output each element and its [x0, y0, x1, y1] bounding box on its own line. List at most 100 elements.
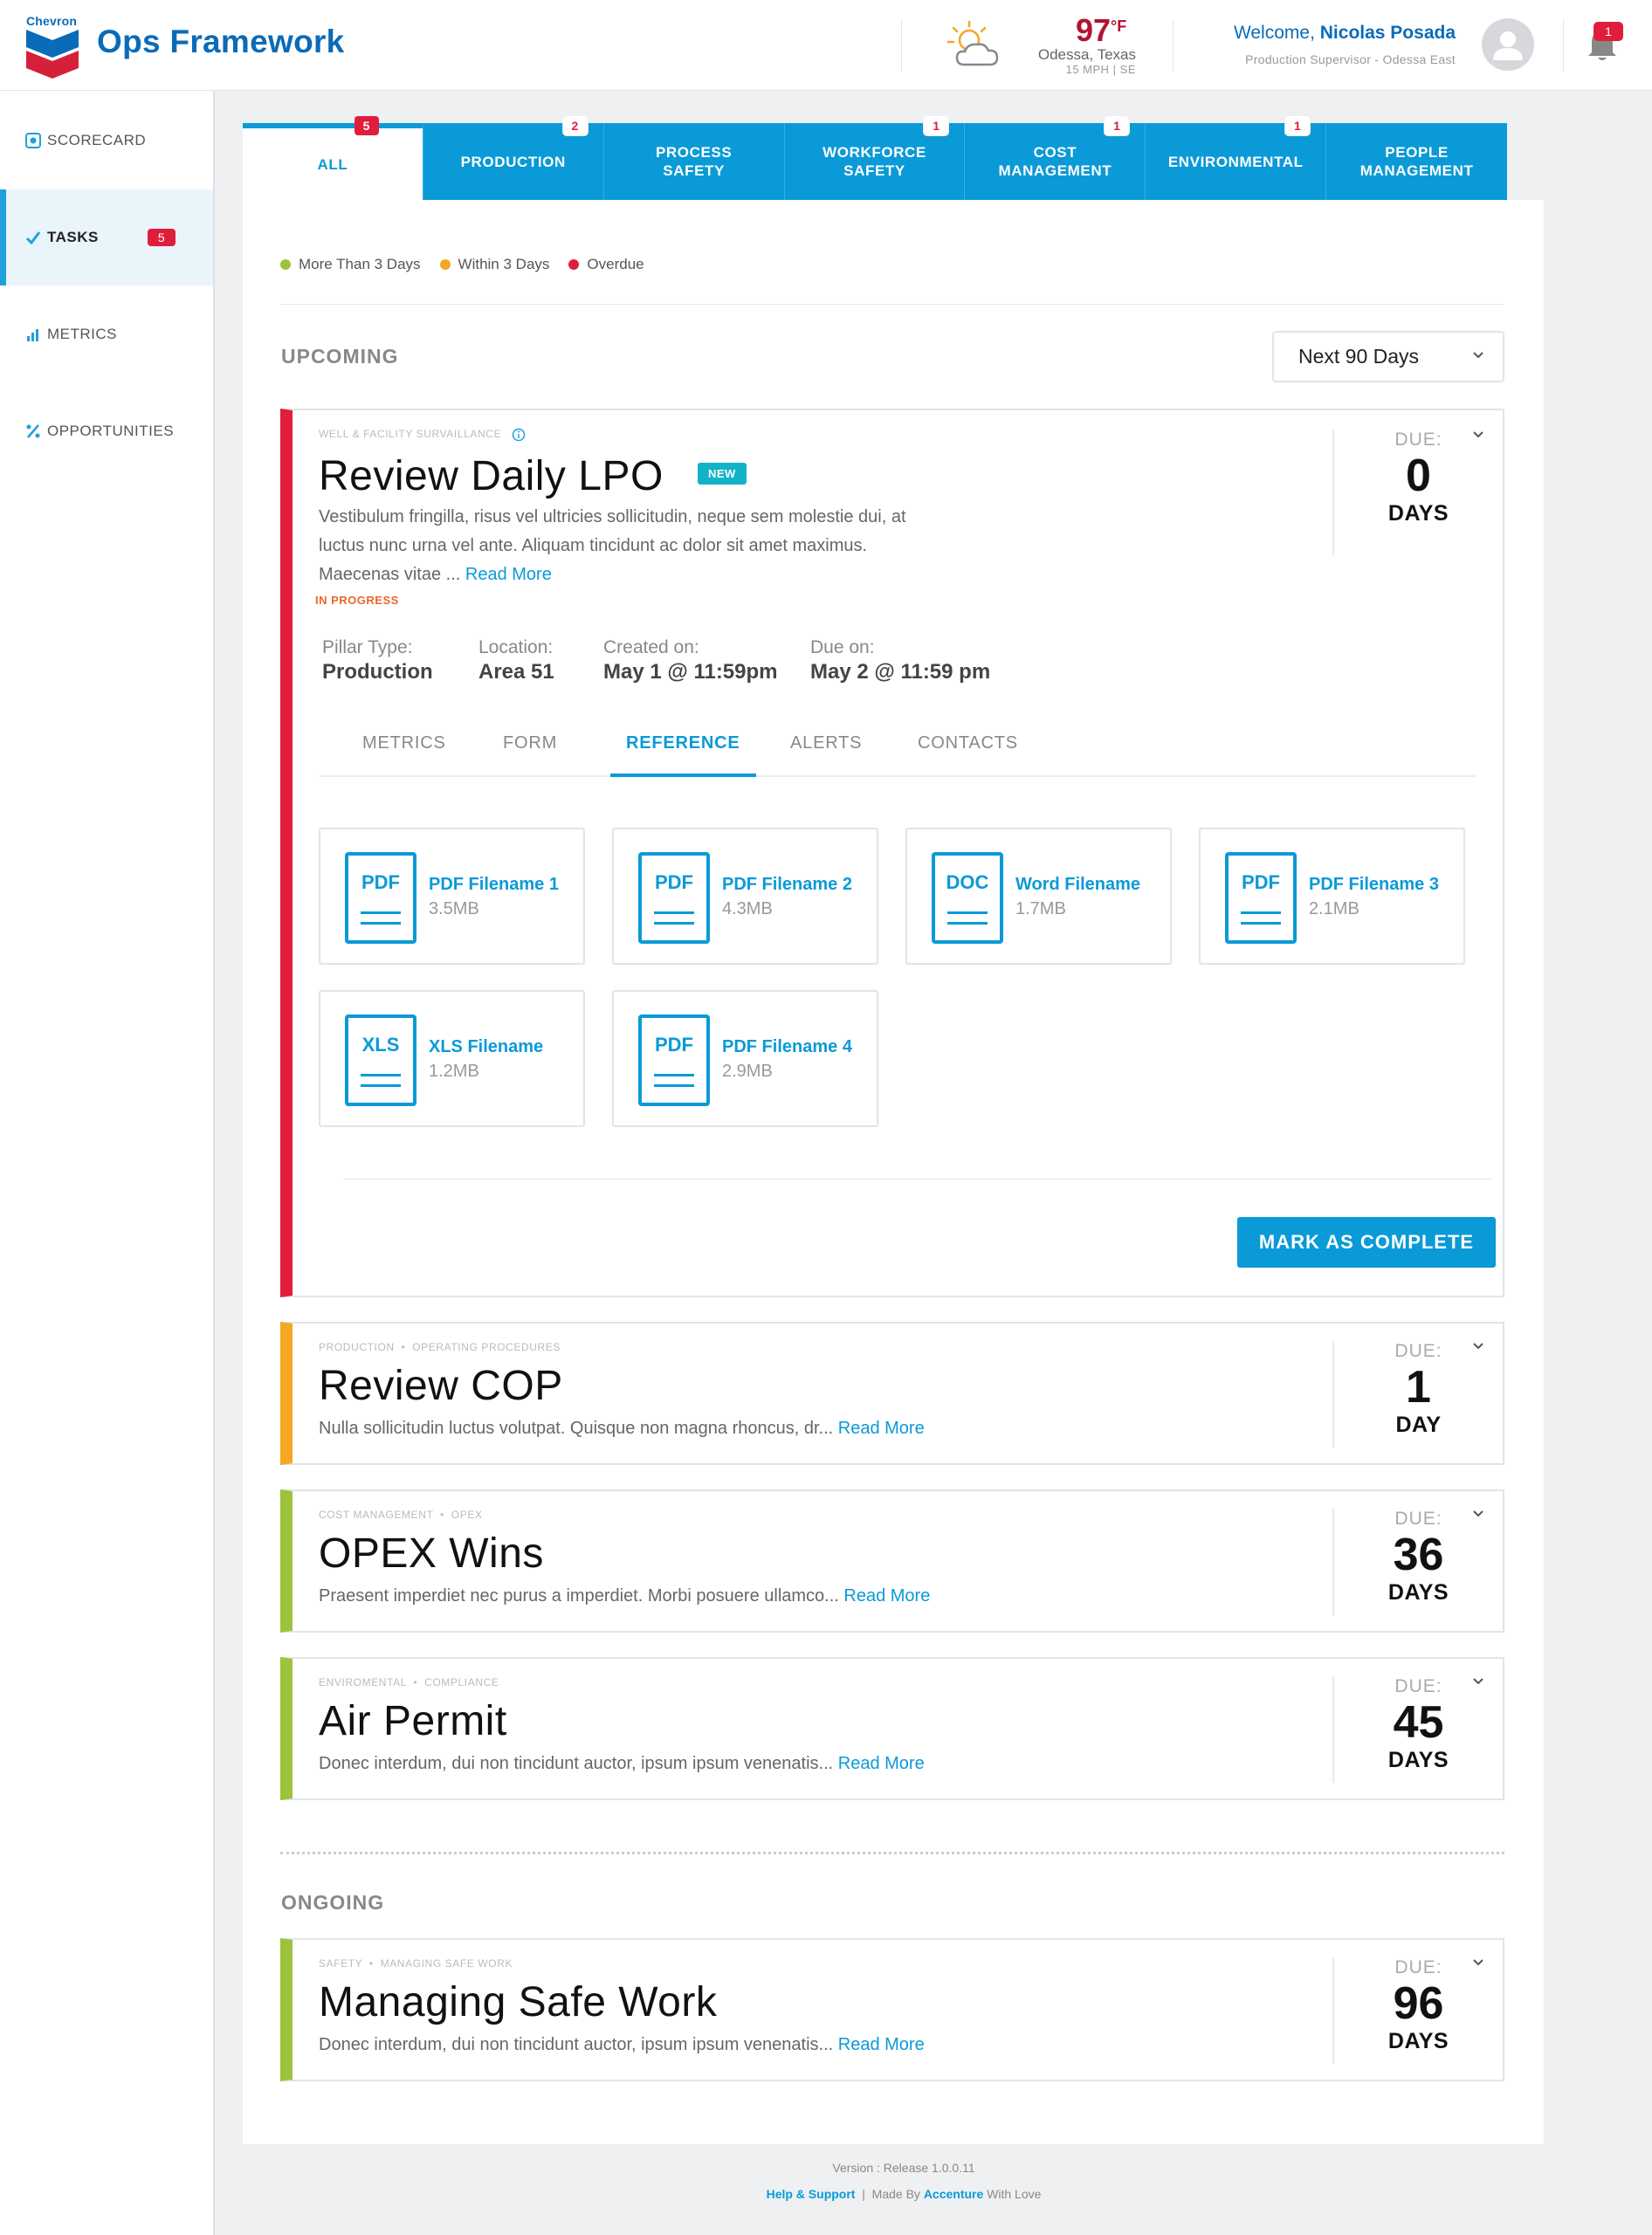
bar-chart-icon	[24, 326, 42, 343]
upcoming-heading: UPCOMING	[281, 345, 399, 368]
section-divider	[280, 1852, 1504, 1854]
read-more-link[interactable]: Read More	[838, 1754, 925, 1773]
mark-as-complete-button[interactable]: MARK AS COMPLETE	[1237, 1217, 1496, 1268]
tab-production[interactable]: PRODUCTION 2	[423, 116, 604, 200]
sidebar-item-label: TASKS	[47, 229, 99, 245]
task-card-review-daily-lpo[interactable]: WELL & FACILITY SURVAILLANCE Review Dail…	[280, 409, 1504, 1297]
task-description: Donec interdum, dui non tincidunt auctor…	[319, 1754, 925, 1773]
ongoing-heading: ONGOING	[281, 1891, 385, 1914]
legend-item: More Than 3 Days	[280, 256, 421, 273]
file-card[interactable]: XLS XLS Filename 1.2MB	[319, 990, 585, 1127]
check-icon	[24, 229, 42, 246]
chevron-down-icon[interactable]	[1471, 1956, 1485, 1970]
due-legend: More Than 3 Days Within 3 Days Overdue	[280, 256, 664, 273]
brand-wordmark: Chevron	[26, 14, 78, 28]
task-card-air-permit[interactable]: ENVIROMENTAL • COMPLIANCE Air Permit Don…	[280, 1657, 1504, 1800]
red-dot-icon	[568, 259, 580, 270]
divider	[280, 304, 1504, 305]
file-size: 2.1MB	[1309, 899, 1359, 918]
chevron-logo[interactable]: Chevron	[26, 14, 82, 79]
help-support-link[interactable]: Help & Support	[767, 2187, 856, 2201]
info-icon[interactable]	[512, 428, 526, 442]
read-more-link[interactable]: Read More	[465, 565, 552, 584]
file-size: 4.3MB	[722, 899, 773, 918]
task-title: Managing Safe Work	[319, 1979, 718, 2025]
file-card[interactable]: PDF PDF Filename 2 4.3MB	[612, 828, 878, 965]
file-name: PDF Filename 2	[722, 875, 852, 894]
top-header: Chevron Ops Framework 97°F Odessa, Texas…	[0, 0, 1652, 91]
sidebar-item-scorecard[interactable]: SCORECARD	[0, 93, 213, 189]
orange-dot-icon	[439, 259, 451, 270]
subtab-alerts[interactable]: ALERTS	[790, 733, 862, 777]
header-divider	[1563, 19, 1564, 72]
tab-badge: 1	[1105, 116, 1130, 135]
tab-workforce-safety[interactable]: WORKFORCE SAFETY 1	[784, 116, 966, 200]
due-box: DUE: 0 DAYS	[1332, 430, 1503, 555]
sidebar-item-label: SCORECARD	[47, 132, 147, 148]
subtab-form[interactable]: FORM	[503, 733, 557, 777]
chevron-down-icon[interactable]	[1471, 1507, 1485, 1521]
sidebar: SCORECARD TASKS 5 METRICS OPPORTUNITIES	[0, 91, 215, 2235]
sidebar-item-opportunities[interactable]: OPPORTUNITIES	[0, 383, 213, 479]
file-card[interactable]: DOC Word Filename 1.7MB	[905, 828, 1172, 965]
file-size: 1.7MB	[1015, 899, 1066, 918]
file-size: 3.5MB	[429, 899, 479, 918]
meta-location: Location: Area 51	[478, 637, 554, 684]
chevron-down-icon[interactable]	[1471, 1675, 1485, 1688]
file-name: PDF Filename 4	[722, 1037, 852, 1056]
tab-badge: 1	[924, 116, 949, 135]
file-card[interactable]: PDF PDF Filename 1 3.5MB	[319, 828, 585, 965]
pdf-file-icon: PDF	[638, 1014, 710, 1106]
pdf-file-icon: PDF	[1225, 852, 1297, 944]
welcome-text: Welcome, Nicolas Posada	[1233, 23, 1456, 43]
category-tabs: ALL 5 PRODUCTION 2 PROCESS SAFETY WORKFO…	[243, 116, 1508, 200]
task-card-review-cop[interactable]: PRODUCTION • OPERATING PROCEDURES Review…	[280, 1322, 1504, 1465]
file-name: Word Filename	[1015, 875, 1140, 894]
pdf-file-icon: PDF	[638, 852, 710, 944]
doc-file-icon: DOC	[932, 852, 1003, 944]
file-size: 2.9MB	[722, 1062, 773, 1081]
task-card-opex-wins[interactable]: COST MANAGEMENT • OPEX OPEX Wins Praesen…	[280, 1489, 1504, 1633]
due-box: DUE: 36 DAYS	[1332, 1509, 1503, 1615]
app-title[interactable]: Ops Framework	[97, 24, 345, 60]
subtab-contacts[interactable]: CONTACTS	[918, 733, 1018, 777]
green-dot-icon	[280, 259, 291, 270]
sidebar-item-label: OPPORTUNITIES	[47, 423, 175, 439]
weather-city: Odessa, Texas	[1037, 46, 1136, 63]
avatar[interactable]	[1482, 18, 1534, 71]
sidebar-item-tasks[interactable]: TASKS 5	[0, 189, 213, 285]
read-more-link[interactable]: Read More	[838, 2035, 925, 2054]
user-role: Production Supervisor - Odessa East	[1245, 52, 1456, 66]
tab-badge: 2	[562, 116, 588, 135]
tab-process-safety[interactable]: PROCESS SAFETY	[603, 123, 785, 200]
task-card-managing-safe-work[interactable]: SAFETY • MANAGING SAFE WORK Managing Saf…	[280, 1938, 1504, 2081]
tab-badge: 5	[354, 116, 379, 135]
temperature: 97°F	[1076, 12, 1127, 48]
tab-environmental[interactable]: ENVIRONMENTAL 1	[1146, 116, 1327, 200]
tasks-count-badge: 5	[147, 229, 176, 246]
tab-cost-management[interactable]: COST MANAGEMENT 1	[965, 116, 1146, 200]
date-range-select[interactable]: Next 90 Days	[1272, 331, 1504, 382]
subtab-reference[interactable]: REFERENCE	[610, 733, 756, 777]
meta-pillar-type: Pillar Type: Production	[322, 637, 433, 684]
tab-all[interactable]: ALL 5	[243, 116, 423, 200]
user-name[interactable]: Nicolas Posada	[1320, 23, 1456, 43]
subtab-metrics[interactable]: METRICS	[362, 733, 446, 777]
header-divider	[1173, 19, 1174, 72]
task-category: ENVIROMENTAL • COMPLIANCE	[319, 1676, 499, 1688]
file-card[interactable]: PDF PDF Filename 4 2.9MB	[612, 990, 878, 1127]
file-card[interactable]: PDF PDF Filename 3 2.1MB	[1199, 828, 1465, 965]
chevron-down-icon[interactable]	[1471, 428, 1485, 442]
chevron-down-icon[interactable]	[1471, 1339, 1485, 1353]
task-category: COST MANAGEMENT • OPEX	[319, 1509, 483, 1521]
read-more-link[interactable]: Read More	[838, 1419, 925, 1438]
notification-badge: 1	[1593, 22, 1623, 41]
tab-people-management[interactable]: PEOPLE MANAGEMENT	[1326, 123, 1508, 200]
task-description: Praesent imperdiet nec purus a imperdiet…	[319, 1586, 931, 1606]
file-name: PDF Filename 3	[1309, 875, 1439, 894]
sidebar-item-metrics[interactable]: METRICS	[0, 286, 213, 382]
task-title: Review COP	[319, 1363, 563, 1409]
read-more-link[interactable]: Read More	[843, 1586, 930, 1606]
task-title: OPEX Wins	[319, 1530, 544, 1577]
accenture-link[interactable]: Accenture	[924, 2187, 983, 2201]
